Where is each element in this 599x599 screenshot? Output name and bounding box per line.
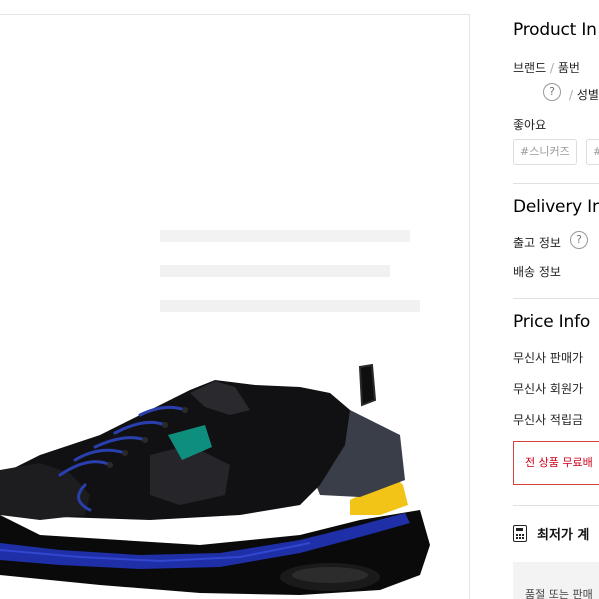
product-info-panel: Product In 브랜드 / 품번 ? / 성별 좋아요 #스니커즈 # D… bbox=[513, 0, 599, 599]
tag-sneakers[interactable]: #스니커즈 bbox=[513, 139, 577, 165]
question-circle-icon[interactable]: ? bbox=[570, 231, 588, 249]
gender-label: 성별 bbox=[576, 88, 599, 102]
price-info-title: Price Info bbox=[513, 312, 591, 332]
sold-out-notice: 품절 또는 판매 bbox=[513, 562, 599, 599]
member-price-label: 무신사 회원가 bbox=[513, 382, 584, 396]
tag-more[interactable]: # bbox=[586, 139, 599, 165]
separator: / bbox=[569, 88, 574, 102]
lowest-price-label: 최저가 계 bbox=[537, 528, 590, 543]
section-divider bbox=[513, 183, 599, 184]
points-label: 무신사 적립금 bbox=[513, 413, 584, 427]
calculator-icon bbox=[513, 525, 527, 542]
gender-row: / 성별 bbox=[569, 86, 599, 103]
free-shipping-banner[interactable]: 전 상품 무료배 bbox=[513, 441, 599, 485]
shipping-info-label: 출고 정보 bbox=[513, 236, 561, 250]
product-image-panel bbox=[0, 14, 470, 599]
brand-label: 브랜드 bbox=[513, 61, 547, 75]
product-info-title: Product In bbox=[513, 20, 597, 40]
notice-text: 품절 또는 판매 bbox=[525, 588, 593, 599]
delivery-info-label: 배송 정보 bbox=[513, 265, 561, 279]
sale-price-label: 무신사 판매가 bbox=[513, 351, 584, 365]
brand-row: 브랜드 / 품번 bbox=[513, 59, 580, 76]
product-number-label: 품번 bbox=[557, 61, 580, 75]
delivery-info-title: Delivery In bbox=[513, 197, 599, 217]
likes-label: 좋아요 bbox=[513, 118, 547, 132]
separator: / bbox=[549, 61, 554, 75]
section-divider bbox=[513, 298, 599, 299]
section-divider bbox=[513, 505, 599, 506]
question-circle-icon[interactable]: ? bbox=[543, 83, 561, 101]
sneaker-product-image bbox=[0, 230, 430, 595]
